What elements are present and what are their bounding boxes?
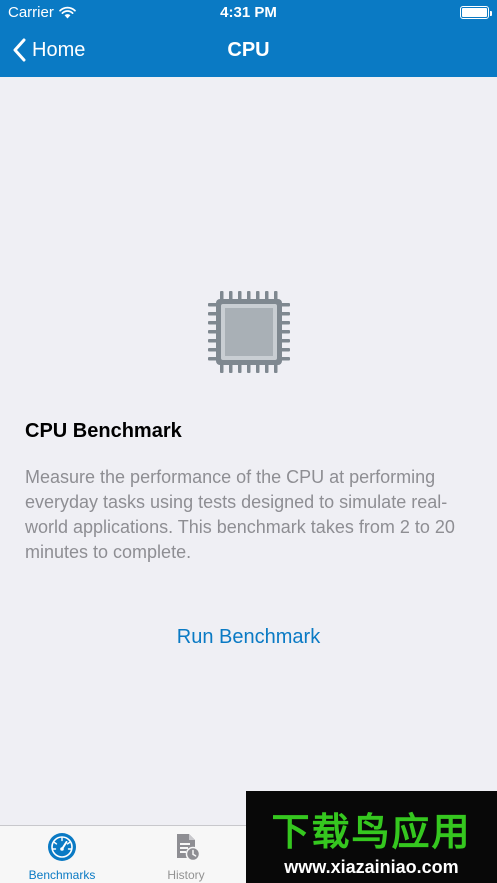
app-header: Carrier 4:31 PM Home CPU xyxy=(0,0,497,77)
tab-benchmarks-label: Benchmarks xyxy=(28,868,96,882)
benchmark-title: CPU Benchmark xyxy=(25,420,182,442)
navigation-bar: Home CPU xyxy=(0,26,497,77)
main-content: CPU Benchmark Measure the performance of… xyxy=(0,77,497,825)
run-benchmark-button[interactable]: Run Benchmark xyxy=(0,626,497,649)
watermark-url: www.xiazainiao.com xyxy=(284,857,459,877)
status-bar: Carrier 4:31 PM xyxy=(0,0,497,26)
status-time: 4:31 PM xyxy=(220,4,277,21)
tab-history[interactable]: History xyxy=(124,826,248,883)
page-title: CPU xyxy=(227,39,270,61)
watermark-text: 下载鸟应用 xyxy=(271,810,472,854)
tab-benchmarks[interactable]: Benchmarks xyxy=(0,826,124,883)
battery-level xyxy=(462,8,487,17)
benchmark-description: Measure the performance of the CPU at pe… xyxy=(25,467,455,562)
battery-icon xyxy=(460,6,492,19)
tab-history-label: History xyxy=(167,868,205,882)
watermark-logo: 下载鸟应用 www.xiazainiao.com xyxy=(246,791,497,883)
cpu-chip-icon xyxy=(208,291,290,373)
speedometer-icon xyxy=(48,833,76,861)
battery-terminal xyxy=(490,10,492,16)
document-clock-icon xyxy=(177,834,201,862)
